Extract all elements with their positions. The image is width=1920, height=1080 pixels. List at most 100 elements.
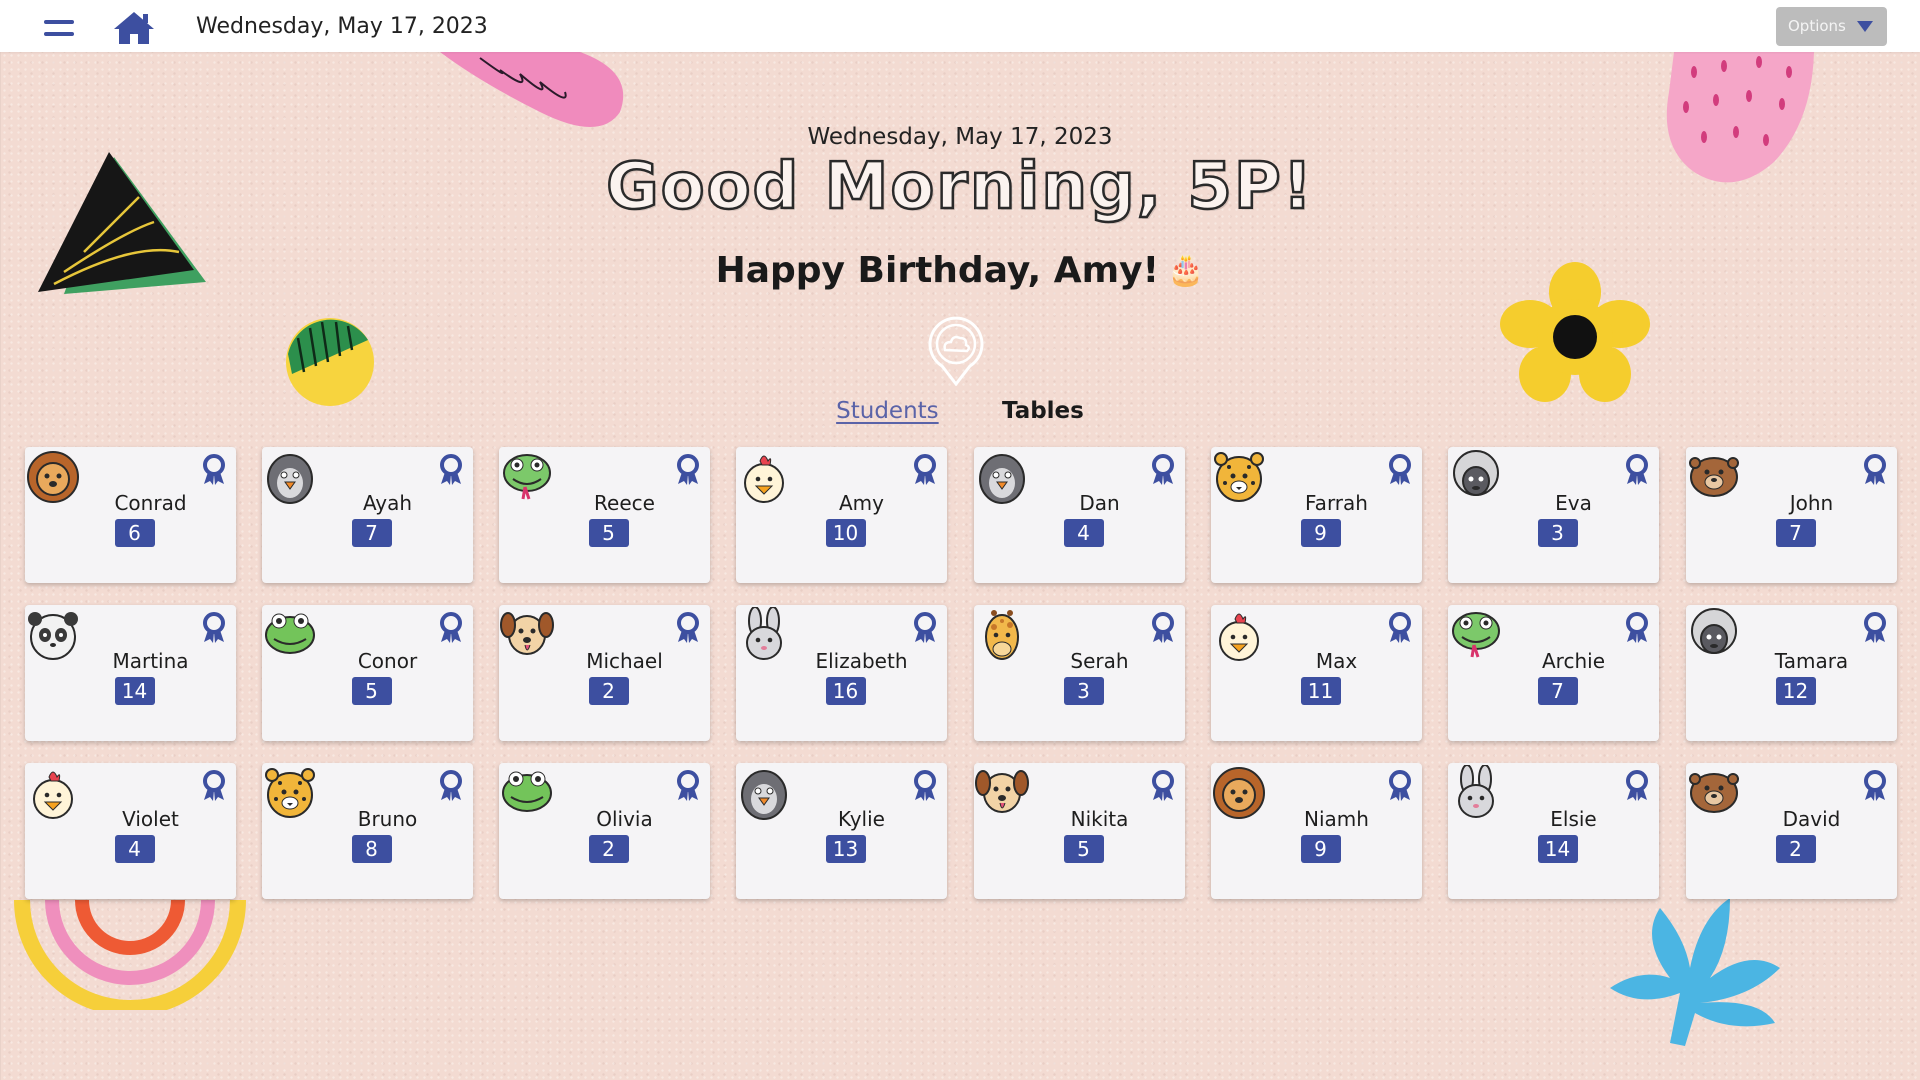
award-ribbon-icon[interactable] [674,770,702,802]
student-points-badge: 2 [588,835,629,863]
student-name: Michael [586,649,663,673]
student-card-reece[interactable]: Reece 5 [499,447,710,583]
student-points-badge: 10 [825,519,866,547]
student-points-badge: 6 [114,519,155,547]
student-card-violet[interactable]: Violet 4 [25,763,236,899]
award-ribbon-icon[interactable] [1149,612,1177,644]
student-card-nikita[interactable]: Nikita 5 [974,763,1185,899]
student-card-serah[interactable]: Serah 3 [974,605,1185,741]
student-points-badge: 8 [351,835,392,863]
student-name: Violet [122,807,179,831]
student-points-badge: 3 [1537,519,1578,547]
award-ribbon-icon[interactable] [1386,612,1414,644]
student-points-badge: 9 [1300,519,1341,547]
student-card-michael[interactable]: Michael 2 [499,605,710,741]
award-ribbon-icon[interactable] [911,454,939,486]
student-card-elizabeth[interactable]: Elizabeth 16 [736,605,947,741]
student-card-max[interactable]: Max 11 [1211,605,1422,741]
award-ribbon-icon[interactable] [1149,770,1177,802]
student-card-olivia[interactable]: Olivia 2 [499,763,710,899]
award-ribbon-icon[interactable] [200,454,228,486]
student-name: Dan [1079,491,1120,515]
weather-cloud-icon[interactable] [926,314,986,386]
student-points-badge: 4 [114,835,155,863]
student-card-ayah[interactable]: Ayah 7 [262,447,473,583]
student-card-amy[interactable]: Amy 10 [736,447,947,583]
award-ribbon-icon[interactable] [437,770,465,802]
award-ribbon-icon[interactable] [1386,454,1414,486]
student-points-badge: 4 [1063,519,1104,547]
student-card-david[interactable]: David 2 [1686,763,1897,899]
student-card-niamh[interactable]: Niamh 9 [1211,763,1422,899]
student-card-archie[interactable]: Archie 7 [1448,605,1659,741]
award-ribbon-icon[interactable] [911,770,939,802]
student-card-martina[interactable]: Martina 14 [25,605,236,741]
student-points-badge: 2 [1775,835,1816,863]
student-card-farrah[interactable]: Farrah 9 [1211,447,1422,583]
student-name: Conrad [114,491,187,515]
award-ribbon-icon[interactable] [200,770,228,802]
greeting-title: Good Morning, 5P! [605,149,1314,226]
student-points-badge: 5 [1063,835,1104,863]
student-points-badge: 14 [1537,835,1578,863]
award-ribbon-icon[interactable] [1623,612,1651,644]
award-ribbon-icon[interactable] [1861,454,1889,486]
menu-icon[interactable] [44,18,76,38]
student-name: Conor [357,649,418,673]
award-ribbon-icon[interactable] [674,454,702,486]
birthday-cake-icon: 🎂 [1167,253,1205,288]
award-ribbon-icon[interactable] [200,612,228,644]
student-name: David [1782,807,1841,831]
student-card-elsie[interactable]: Elsie 14 [1448,763,1659,899]
student-name: Reece [594,491,655,515]
student-points-badge: 5 [351,677,392,705]
student-card-kylie[interactable]: Kylie 13 [736,763,947,899]
award-ribbon-icon[interactable] [1861,770,1889,802]
student-name: Elsie [1550,807,1597,831]
student-points-badge: 11 [1300,677,1341,705]
student-card-bruno[interactable]: Bruno 8 [262,763,473,899]
student-name: Elizabeth [815,649,908,673]
top-bar-date: Wednesday, May 17, 2023 [196,14,488,39]
award-ribbon-icon[interactable] [1861,612,1889,644]
student-name: Amy [839,491,884,515]
award-ribbon-icon[interactable] [437,612,465,644]
student-card-eva[interactable]: Eva 3 [1448,447,1659,583]
student-card-dan[interactable]: Dan 4 [974,447,1185,583]
tab-tables[interactable]: Tables [1002,398,1084,424]
student-name: Bruno [357,807,418,831]
student-card-conor[interactable]: Conor 5 [262,605,473,741]
top-bar: Wednesday, May 17, 2023 Options [0,0,1920,52]
student-points-badge: 7 [1775,519,1816,547]
student-name: Tamara [1774,649,1849,673]
award-ribbon-icon[interactable] [1149,454,1177,486]
striped-circle-decoration [286,318,374,406]
blue-plant-decoration [1610,898,1780,1046]
student-name: Niamh [1304,807,1369,831]
award-ribbon-icon[interactable] [437,454,465,486]
student-card-conrad[interactable]: Conrad 6 [25,447,236,583]
options-dropdown-button[interactable]: Options [1776,7,1887,46]
student-card-tamara[interactable]: Tamara 12 [1686,605,1897,741]
award-ribbon-icon[interactable] [1623,454,1651,486]
student-card-john[interactable]: John 7 [1686,447,1897,583]
student-points-badge: 2 [588,677,629,705]
student-name: Farrah [1305,491,1368,515]
home-icon[interactable] [112,10,156,46]
award-ribbon-icon[interactable] [674,612,702,644]
award-ribbon-icon[interactable] [911,612,939,644]
view-tabs: Students Tables [0,398,1920,424]
award-ribbon-icon[interactable] [1623,770,1651,802]
header-date: Wednesday, May 17, 2023 [807,124,1113,150]
award-ribbon-icon[interactable] [1386,770,1414,802]
student-name: Kylie [838,807,885,831]
student-points-badge: 13 [825,835,866,863]
student-name: Max [1315,649,1358,673]
student-points-badge: 9 [1300,835,1341,863]
student-name: Ayah [362,491,413,515]
student-name: Olivia [596,807,653,831]
student-name: Martina [112,649,189,673]
student-points-badge: 3 [1063,677,1104,705]
tab-students[interactable]: Students [836,398,939,424]
student-points-badge: 16 [825,677,866,705]
